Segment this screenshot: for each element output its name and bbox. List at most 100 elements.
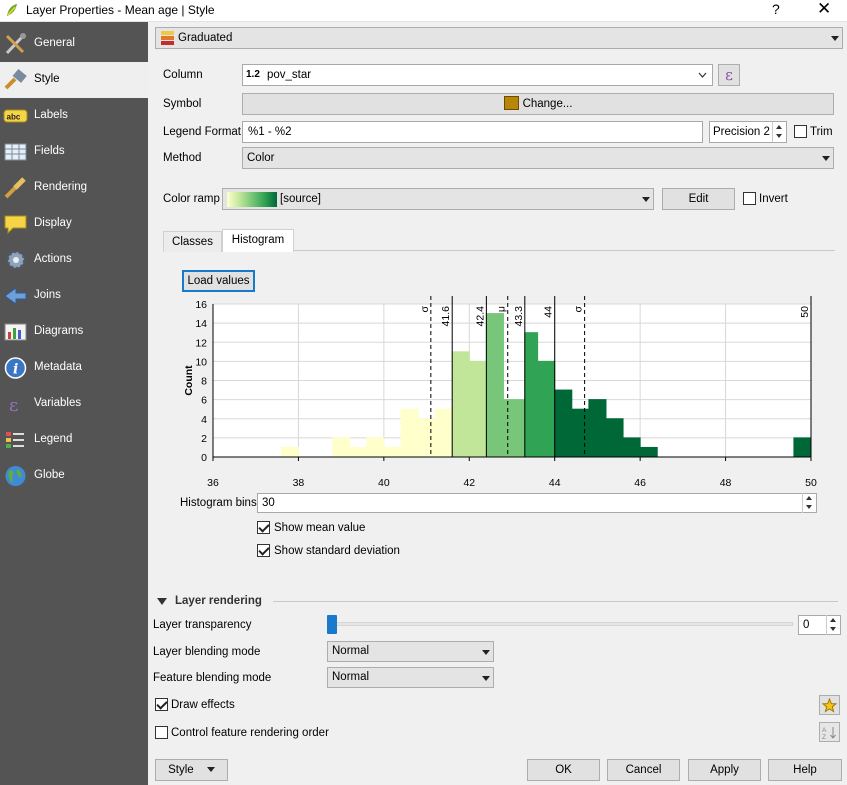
sidebar-item-legend[interactable]: Legend [0, 422, 148, 458]
transparency-spinbox[interactable]: 0 [798, 615, 841, 635]
feature-blending-label: Feature blending mode [153, 672, 272, 684]
histogram-bar [605, 418, 624, 458]
y-tick-label: 0 [201, 452, 207, 464]
apply-button[interactable]: Apply [688, 759, 761, 781]
histogram-bar [554, 389, 573, 458]
histogram-chart: 024681012141636 38 40 42 44 46 48 50σ σμ41.6 42.4… [183, 296, 817, 488]
sidebar-item-actions[interactable]: Actions [0, 242, 148, 278]
sidebar-item-fields[interactable]: Fields [0, 134, 148, 170]
close-window-button[interactable]: ✕ [817, 0, 831, 19]
joins-arrow-icon [4, 287, 27, 305]
symbol-button-label: Change... [522, 98, 573, 110]
precision-stepper[interactable] [772, 122, 786, 142]
section-divider [273, 601, 838, 602]
color-ramp-value: [source] [280, 193, 321, 205]
transparency-slider-track[interactable] [329, 622, 793, 626]
sidebar-item-diagrams[interactable]: Diagrams [0, 314, 148, 350]
layer-blending-select[interactable]: Normal [327, 641, 494, 662]
x-tick-label: 42 [463, 477, 475, 488]
expression-epsilon-icon: ε [725, 66, 733, 84]
column-label: Column [163, 69, 203, 81]
transparency-slider-handle[interactable] [327, 615, 337, 634]
effects-customize-button[interactable] [819, 695, 840, 715]
sidebar-item-joins[interactable]: Joins [0, 278, 148, 314]
color-ramp-select[interactable]: [source] [222, 188, 654, 210]
histogram-bins-stepper[interactable] [802, 493, 816, 513]
sidebar-item-variables[interactable]: ε Variables [0, 386, 148, 422]
class-break-line-label: 44 [543, 306, 555, 318]
column-value: pov_star [267, 69, 312, 81]
transparency-value: 0 [803, 619, 810, 631]
collapse-triangle-icon[interactable] [157, 598, 167, 606]
load-values-button[interactable]: Load values [182, 270, 255, 292]
rendering-order-button[interactable]: AZ [819, 722, 840, 742]
sidebar-item-labels[interactable]: abc Labels [0, 98, 148, 134]
ok-button[interactable]: OK [527, 759, 600, 781]
mean-line-label: μ [496, 306, 508, 312]
show-mean-checkbox[interactable] [257, 521, 270, 534]
feature-blending-value: Normal [332, 671, 370, 683]
style-brush-icon [4, 68, 27, 90]
chevron-down-icon [831, 36, 839, 41]
arrow-down-icon [776, 134, 782, 138]
histogram-bins-value: 30 [262, 497, 275, 509]
cancel-button[interactable]: Cancel [607, 759, 680, 781]
help-button[interactable]: Help [768, 759, 842, 781]
sidebar: General Style abc Labels Fields Renderin… [0, 22, 148, 785]
decimal-field-icon: 1.2 [246, 69, 260, 80]
color-ramp-preview [227, 192, 277, 207]
y-tick-label: 2 [201, 433, 207, 445]
style-button-label: Style [168, 764, 194, 776]
legend-format-input[interactable]: %1 - %2 [242, 121, 703, 143]
chevron-down-icon [642, 197, 650, 202]
y-tick-label: 4 [201, 414, 207, 426]
tab-classes[interactable]: Classes [163, 231, 222, 252]
histogram-bar [332, 437, 351, 458]
sidebar-item-rendering[interactable]: Rendering [0, 170, 148, 206]
sidebar-item-general[interactable]: General [0, 26, 148, 62]
sidebar-item-metadata[interactable]: i Metadata [0, 350, 148, 386]
precision-spinbox[interactable]: Precision 2 [709, 121, 787, 143]
invert-checkbox[interactable] [743, 192, 756, 205]
sidebar-item-display[interactable]: Display [0, 206, 148, 242]
expression-button[interactable]: ε [718, 64, 740, 86]
sidebar-item-label: Actions [34, 253, 72, 265]
x-tick-label: 40 [378, 477, 390, 488]
class-break-line-label: 42.4 [474, 306, 486, 327]
svg-text:i: i [13, 362, 18, 378]
histogram-bar [588, 399, 607, 458]
trim-checkbox[interactable] [794, 125, 807, 138]
svg-text:A: A [822, 727, 827, 734]
style-menu-button[interactable]: Style [155, 759, 228, 781]
tab-histogram[interactable]: Histogram [222, 229, 294, 252]
draw-effects-checkbox[interactable] [155, 698, 168, 711]
y-tick-label: 8 [201, 376, 207, 388]
fields-table-icon [4, 143, 27, 161]
renderer-type-select[interactable]: Graduated [155, 27, 843, 49]
sidebar-item-globe[interactable]: Globe [0, 458, 148, 494]
feature-blending-select[interactable]: Normal [327, 667, 494, 688]
chevron-down-icon [698, 72, 707, 78]
histogram-bins-input[interactable]: 30 [257, 493, 817, 513]
histogram-bar [502, 399, 526, 458]
arrow-up-icon [830, 618, 836, 622]
y-tick-label: 6 [201, 395, 207, 407]
edit-ramp-button[interactable]: Edit [662, 188, 735, 210]
diagrams-chart-icon [4, 323, 27, 341]
x-tick-label: 36 [207, 477, 219, 488]
x-tick-label: 50 [805, 477, 817, 488]
sidebar-item-label: Joins [34, 289, 61, 301]
histogram-bar [537, 360, 556, 458]
color-ramp-label: Color ramp [163, 193, 220, 205]
symbol-change-button[interactable]: Change... [242, 93, 834, 115]
help-title-button[interactable]: ? [772, 1, 780, 17]
transparency-stepper[interactable] [826, 615, 840, 635]
method-select[interactable]: Color [242, 147, 834, 169]
layer-blending-value: Normal [332, 645, 370, 657]
rendering-order-checkbox[interactable] [155, 726, 168, 739]
histogram-bar [524, 332, 539, 458]
column-select[interactable]: 1.2 pov_star [242, 64, 713, 86]
show-std-checkbox[interactable] [257, 544, 270, 557]
y-tick-label: 10 [195, 356, 207, 368]
sidebar-item-style[interactable]: Style [0, 62, 148, 98]
